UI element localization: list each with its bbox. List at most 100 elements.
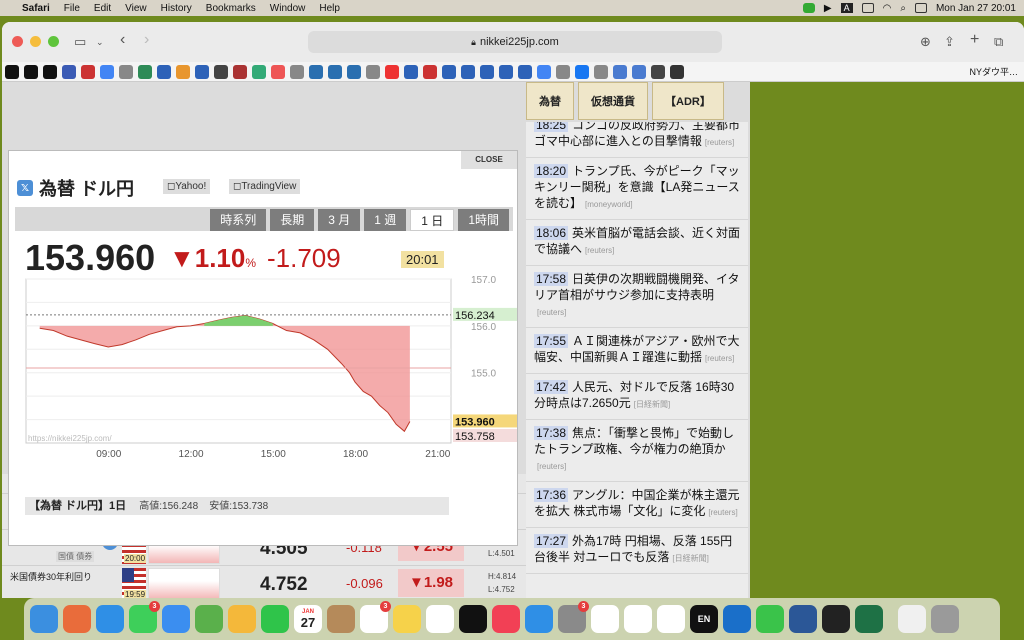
news-item[interactable]: 17:42 人民元、対ドルで反落 16時30分時点は7.2650元 [日経新聞] <box>526 374 748 420</box>
favorite-icon[interactable] <box>252 64 266 79</box>
menu-file[interactable]: File <box>64 3 80 14</box>
facetime-icon[interactable] <box>261 605 289 633</box>
favorite-icon[interactable] <box>670 64 684 79</box>
news-item[interactable]: 17:55 ＡＩ関連株がアジア・欧州で大幅安、中国新興ＡＩ躍進に動揺 [reuter… <box>526 328 748 374</box>
favorite-icon[interactable] <box>518 64 532 79</box>
freeform-icon[interactable] <box>426 605 454 633</box>
chevron-down-icon[interactable]: ⌄ <box>96 37 104 48</box>
favorite-icon[interactable] <box>442 64 456 79</box>
input-source[interactable]: A <box>840 3 853 13</box>
menu-window[interactable]: Window <box>270 3 306 14</box>
settings-icon[interactable]: 3 <box>558 601 589 633</box>
control-center-icon[interactable] <box>914 3 927 13</box>
tab-crypto[interactable]: 仮想通貨 <box>578 82 648 120</box>
line-icon[interactable] <box>756 605 784 633</box>
tab-adr[interactable]: 【ADR】 <box>652 82 724 120</box>
safari-icon[interactable] <box>96 605 124 633</box>
favorite-icon[interactable] <box>176 64 190 79</box>
iphone-mirroring-icon[interactable] <box>591 605 619 633</box>
period-tab[interactable]: 1 日 <box>410 209 455 231</box>
menu-help[interactable]: Help <box>319 3 340 14</box>
document-icon[interactable] <box>898 605 926 633</box>
news-item[interactable]: 18:20 トランプ氏、今がピーク「マッキンリー関税」を意識【LA発ニュースを読む… <box>526 158 748 220</box>
favorite-nydow[interactable]: NYダウ平… <box>969 65 1018 78</box>
favorite-icon[interactable] <box>613 64 627 79</box>
period-tab[interactable]: 1 週 <box>364 209 407 231</box>
close-button[interactable]: CLOSE <box>461 151 517 169</box>
play-icon[interactable]: ▶ <box>824 3 832 14</box>
messages-icon[interactable]: 3 <box>129 601 160 633</box>
news-item[interactable]: 17:58 日英伊の次期戦闘機開発、イタリア首相がサウジ参加に支持表明[reute… <box>526 266 748 328</box>
favorite-icon[interactable] <box>366 64 380 79</box>
favorite-icon[interactable] <box>404 64 418 79</box>
news-item[interactable]: 18:25 コンゴの反政府勢力、主要都市ゴマ中心部に進入との目撃情報 [reuter… <box>526 122 748 158</box>
yahoo-link[interactable]: ◻Yahoo! <box>163 179 211 194</box>
x-share-icon[interactable]: 𝕏 <box>17 180 33 196</box>
favorite-icon[interactable] <box>290 64 304 79</box>
news-item[interactable]: 17:36 アングル：中国企業が株主還元を拡大 株式市場「文化」に変化 [reute… <box>526 482 748 528</box>
favorite-icon[interactable] <box>328 64 342 79</box>
search-icon[interactable]: ⌕ <box>900 3 906 14</box>
menu-history[interactable]: History <box>161 3 192 14</box>
favorite-icon[interactable] <box>632 64 646 79</box>
news-item[interactable]: 17:38 焦点：「衝撃と畏怖」で始動したトランプ政権、今が権力の絶頂か[reut… <box>526 420 748 482</box>
stocks-icon[interactable] <box>822 605 850 633</box>
zoom-window-button[interactable] <box>48 36 59 47</box>
favorite-icon[interactable] <box>271 64 285 79</box>
period-tab[interactable]: 1時間 <box>458 209 509 231</box>
favorite-icon[interactable] <box>499 64 513 79</box>
favorite-icon[interactable] <box>43 64 57 79</box>
music-icon[interactable] <box>492 605 520 633</box>
period-tab[interactable]: 3 月 <box>318 209 361 231</box>
table-row[interactable]: 米国債券30年利回り 19:59 4.752 -0.096 ▼1.98 H:4.814 L:… <box>2 566 526 598</box>
minimize-window-button[interactable] <box>30 36 41 47</box>
reminders-icon[interactable]: 3 <box>360 601 391 633</box>
download-icon[interactable]: ⊕ <box>920 34 931 50</box>
outlook-icon[interactable] <box>723 605 751 633</box>
address-bar[interactable]: 🔒︎ nikkei225jp.com <box>308 31 722 53</box>
favorite-icon[interactable] <box>81 64 95 79</box>
tradingview-link[interactable]: ◻TradingView <box>229 179 301 194</box>
sidebar-icon[interactable]: ▭ <box>74 34 86 50</box>
favorite-icon[interactable] <box>651 64 665 79</box>
menu-app[interactable]: Safari <box>22 3 50 14</box>
clock[interactable]: Mon Jan 27 20:01 <box>936 3 1016 14</box>
trash-icon[interactable] <box>931 605 959 633</box>
favorite-icon[interactable] <box>594 64 608 79</box>
favorite-icon[interactable] <box>347 64 361 79</box>
favorite-icon[interactable] <box>309 64 323 79</box>
period-tab[interactable]: 長期 <box>270 209 315 231</box>
favorite-icon[interactable] <box>119 64 133 79</box>
favorite-icon[interactable] <box>556 64 570 79</box>
back-button[interactable]: ‹ <box>120 31 125 49</box>
wifi-icon[interactable]: ◠ <box>883 3 892 14</box>
forward-button[interactable]: › <box>144 31 149 49</box>
finder-icon[interactable] <box>30 605 58 633</box>
favorite-icon[interactable] <box>575 64 589 79</box>
favorite-icon[interactable] <box>537 64 551 79</box>
favorite-icon[interactable] <box>24 64 38 79</box>
calendar-icon[interactable]: JAN 27 <box>294 605 322 633</box>
input-en-icon[interactable]: EN <box>690 605 718 633</box>
maps-icon[interactable] <box>195 605 223 633</box>
menu-view[interactable]: View <box>125 3 147 14</box>
period-tab[interactable]: 時系列 <box>210 209 267 231</box>
tab-forex[interactable]: 為替 <box>526 82 574 120</box>
tv-icon[interactable] <box>459 605 487 633</box>
row-tag[interactable]: 国債 債券 <box>56 551 95 562</box>
favorite-icon[interactable] <box>195 64 209 79</box>
battery-icon[interactable] <box>861 3 874 13</box>
contacts-icon[interactable] <box>327 605 355 633</box>
news-item[interactable]: 18:06 英米首脳が電話会談、近く対面で協議へ [reuters] <box>526 220 748 266</box>
favorite-icon[interactable] <box>423 64 437 79</box>
close-window-button[interactable] <box>12 36 23 47</box>
favorite-icon[interactable] <box>233 64 247 79</box>
chrome-icon[interactable] <box>624 605 652 633</box>
favorite-icon[interactable] <box>214 64 228 79</box>
new-tab-button[interactable]: + <box>970 31 979 49</box>
preview-icon[interactable] <box>657 605 685 633</box>
favorite-icon[interactable] <box>385 64 399 79</box>
favorite-icon[interactable] <box>62 64 76 79</box>
appstore-icon[interactable] <box>525 605 553 633</box>
row-name[interactable]: 米国債券30年利回り <box>10 570 92 583</box>
